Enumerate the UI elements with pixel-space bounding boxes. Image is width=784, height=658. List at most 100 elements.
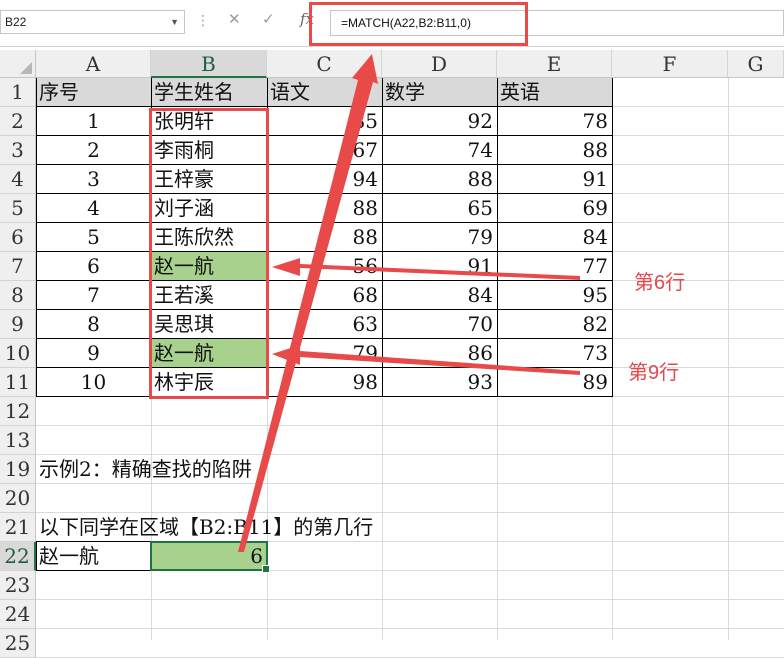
row-header-22[interactable]: 22: [0, 542, 36, 571]
table-cell[interactable]: 8: [36, 310, 151, 339]
table-cell[interactable]: 95: [497, 281, 612, 310]
table-cell[interactable]: 85: [267, 107, 382, 136]
table-header-cell[interactable]: 语文: [267, 78, 382, 107]
example-title: 示例2：精确查找的陷阱: [39, 457, 252, 481]
row-header-10[interactable]: 10: [0, 339, 36, 368]
table-cell[interactable]: 82: [497, 310, 612, 339]
row-header-2[interactable]: 2: [0, 107, 36, 136]
formula-input[interactable]: =MATCH(A22,B2:B11,0): [330, 10, 784, 36]
table-cell[interactable]: 89: [497, 368, 612, 397]
student-name-cell[interactable]: 刘子涵: [151, 194, 267, 223]
row-header-5[interactable]: 5: [0, 194, 36, 223]
student-name-cell[interactable]: 王若溪: [151, 281, 267, 310]
row-header-4[interactable]: 4: [0, 165, 36, 194]
table-cell[interactable]: 84: [497, 223, 612, 252]
student-name-cell[interactable]: 王梓豪: [151, 165, 267, 194]
column-header-d[interactable]: D: [382, 50, 497, 78]
table-cell[interactable]: 4: [36, 194, 151, 223]
row-header-21[interactable]: 21: [0, 513, 36, 542]
table-cell[interactable]: 79: [382, 223, 497, 252]
student-name-cell[interactable]: 王陈欣然: [151, 223, 267, 252]
table-cell[interactable]: 78: [497, 107, 612, 136]
table-cell[interactable]: 56: [267, 252, 382, 281]
row-header-6[interactable]: 6: [0, 223, 36, 252]
fill-handle[interactable]: [262, 565, 270, 573]
student-name-cell[interactable]: 林宇辰: [151, 368, 267, 397]
row-header-13[interactable]: 13: [0, 426, 36, 455]
gridline-horizontal: [36, 599, 784, 600]
row-header-1[interactable]: 1: [0, 78, 36, 107]
table-border: [36, 570, 151, 571]
column-header-c[interactable]: C: [267, 50, 382, 78]
row-header-20[interactable]: 20: [0, 484, 36, 513]
table-cell[interactable]: 5: [36, 223, 151, 252]
table-cell[interactable]: 86: [382, 339, 497, 368]
table-cell[interactable]: 91: [382, 252, 497, 281]
table-cell[interactable]: 73: [497, 339, 612, 368]
table-header-cell[interactable]: 英语: [497, 78, 612, 107]
table-border: [36, 164, 612, 165]
table-cell[interactable]: 92: [382, 107, 497, 136]
table-cell[interactable]: 2: [36, 136, 151, 165]
student-name-cell[interactable]: 赵一航: [151, 252, 267, 281]
table-cell[interactable]: 94: [267, 165, 382, 194]
name-box[interactable]: B22 ▼: [0, 10, 185, 34]
table-cell[interactable]: 88: [497, 136, 612, 165]
row-header-24[interactable]: 24: [0, 600, 36, 629]
enter-icon[interactable]: ✓: [262, 10, 275, 34]
table-header-cell[interactable]: 数学: [382, 78, 497, 107]
table-cell[interactable]: 69: [497, 194, 612, 223]
table-cell[interactable]: 68: [267, 281, 382, 310]
table-cell[interactable]: 74: [382, 136, 497, 165]
column-header-a[interactable]: A: [36, 50, 151, 78]
row-header-3[interactable]: 3: [0, 136, 36, 165]
table-cell[interactable]: 6: [36, 252, 151, 281]
row-header-9[interactable]: 9: [0, 310, 36, 339]
row-header-7[interactable]: 7: [0, 252, 36, 281]
table-cell[interactable]: 10: [36, 368, 151, 397]
column-header-g[interactable]: G: [728, 50, 784, 78]
column-header-e[interactable]: E: [497, 50, 612, 78]
row-header-12[interactable]: 12: [0, 397, 36, 426]
name-box-value: B22: [5, 15, 27, 29]
table-header-cell[interactable]: 学生姓名: [151, 78, 267, 107]
row-header-23[interactable]: 23: [0, 571, 36, 600]
column-header-b[interactable]: B: [151, 50, 267, 78]
student-name-cell[interactable]: 吴思琪: [151, 310, 267, 339]
table-cell[interactable]: 63: [267, 310, 382, 339]
table-cell[interactable]: 9: [36, 339, 151, 368]
table-cell[interactable]: 77: [497, 252, 612, 281]
row-header-19[interactable]: 19: [0, 455, 36, 484]
table-cell[interactable]: 79: [267, 339, 382, 368]
table-cell[interactable]: 91: [497, 165, 612, 194]
drag-handle-icon[interactable]: ⋮: [196, 14, 210, 28]
table-cell[interactable]: 98: [267, 368, 382, 397]
select-all-corner[interactable]: [0, 50, 36, 78]
table-cell[interactable]: 67: [267, 136, 382, 165]
table-cell[interactable]: 84: [382, 281, 497, 310]
table-cell[interactable]: 88: [382, 165, 497, 194]
table-cell[interactable]: 93: [382, 368, 497, 397]
row-header-25[interactable]: 25: [0, 629, 36, 658]
insert-function-icon[interactable]: fx: [300, 10, 314, 34]
cancel-icon[interactable]: ✕: [228, 10, 241, 34]
question-text: 以下同学在区域【B2:B11】的第几行: [39, 515, 374, 539]
table-cell[interactable]: 65: [382, 194, 497, 223]
student-name-cell[interactable]: 李雨桐: [151, 136, 267, 165]
chevron-down-icon[interactable]: ▼: [170, 11, 179, 33]
table-cell[interactable]: 88: [267, 223, 382, 252]
table-cell[interactable]: 70: [382, 310, 497, 339]
table-border: [36, 222, 612, 223]
gridline-horizontal: [36, 628, 784, 629]
table-cell[interactable]: 3: [36, 165, 151, 194]
table-header-cell[interactable]: 序号: [36, 78, 151, 107]
table-cell[interactable]: 1: [36, 107, 151, 136]
student-name-cell[interactable]: 赵一航: [151, 339, 267, 368]
table-cell[interactable]: 88: [267, 194, 382, 223]
table-cell[interactable]: 7: [36, 281, 151, 310]
lookup-name-cell[interactable]: 赵一航: [36, 542, 151, 571]
student-name-cell[interactable]: 张明轩: [151, 107, 267, 136]
row-header-8[interactable]: 8: [0, 281, 36, 310]
row-header-11[interactable]: 11: [0, 368, 36, 397]
column-header-f[interactable]: F: [612, 50, 728, 78]
